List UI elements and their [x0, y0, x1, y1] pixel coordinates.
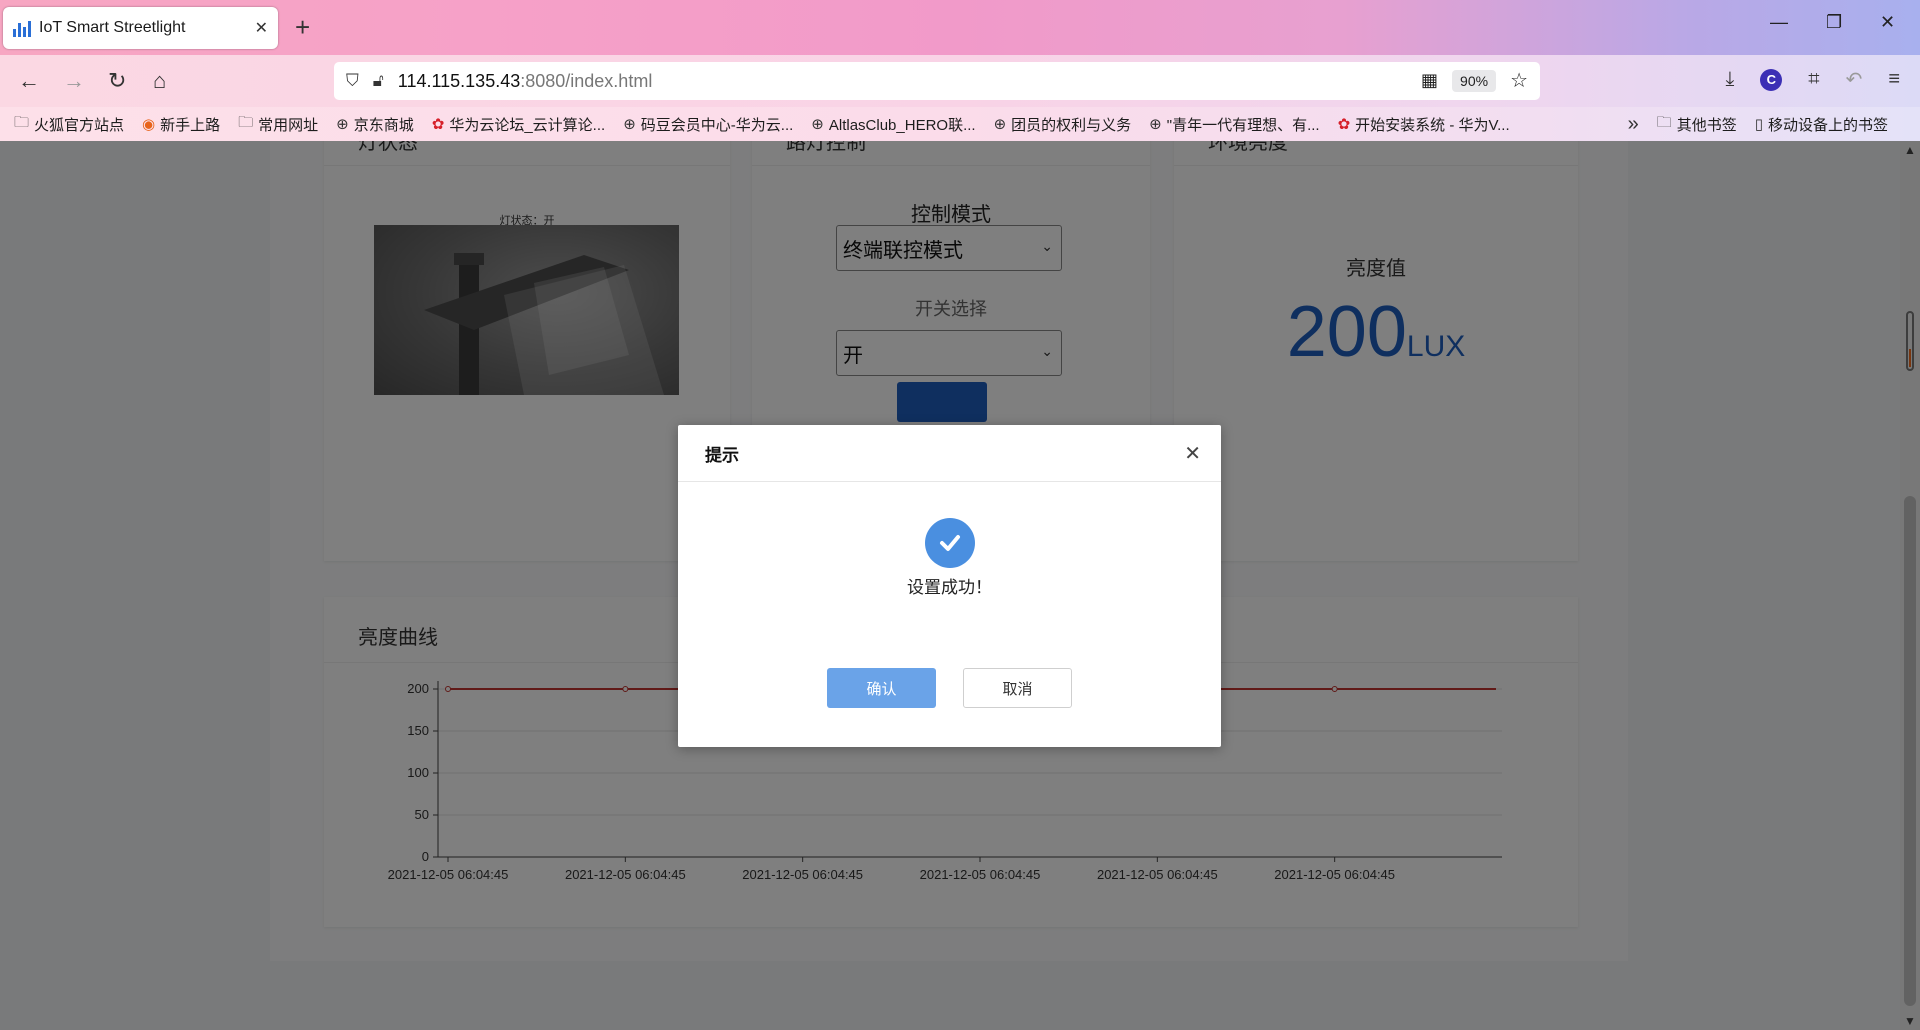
bookmark-label: 火狐官方站点 [34, 116, 125, 134]
check-circle-icon [925, 518, 975, 568]
forward-icon[interactable]: → [63, 68, 85, 94]
cancel-button[interactable]: 取消 [963, 668, 1072, 708]
bookmark-item[interactable]: ▯ 移动设备上的书签 [1755, 114, 1888, 135]
tab-title: IoT Smart Streetlight [39, 19, 186, 36]
screenshot-crop-icon[interactable]: ⌗ [1808, 68, 1819, 91]
reload-icon[interactable]: ↻ [108, 68, 126, 94]
url-path: :8080/index.html [520, 70, 653, 91]
bookmark-label: 常用网址 [258, 116, 319, 134]
qr-code-icon[interactable]: ▦ [1421, 70, 1438, 91]
huawei-icon: ✿ [431, 116, 445, 133]
confirm-button[interactable]: 确认 [827, 668, 936, 708]
bookmarks-bar: 🗀 火狐官方站点 ◉ 新手上路 🗀 常用网址 ⊕ 京东商城 ✿ 华为云论坛_云计算论... ⊕ 码豆会… [0, 107, 1920, 141]
globe-icon: ⊕ [336, 116, 349, 133]
bookmark-label: 华为云论坛_云计算论... [449, 116, 606, 134]
bookmark-item[interactable]: ⊕ AltlasClub_HERO联... [811, 114, 975, 135]
globe-icon: ⊕ [811, 116, 824, 133]
bookmark-item[interactable]: ⊕ 京东商城 [336, 114, 414, 135]
home-icon[interactable]: ⌂ [153, 68, 166, 94]
address-bar[interactable]: ⛉ 🔓︎ 114.115.135.43:8080/index.html ▦ 90… [334, 62, 1540, 100]
menu-icon[interactable]: ≡ [1888, 68, 1900, 91]
bookmark-label: "青年一代有理想、有... [1166, 116, 1320, 134]
account-avatar[interactable]: C [1760, 68, 1783, 91]
bookmark-item[interactable]: ⊕ 团员的权利与义务 [994, 114, 1132, 135]
bookmark-item[interactable]: ◉ 新手上路 [142, 114, 220, 135]
firefox-icon: ◉ [142, 116, 156, 133]
dialog-close-icon[interactable]: ✕ [1184, 441, 1201, 466]
undo-icon[interactable]: ↶ [1846, 67, 1863, 92]
bookmark-label: 京东商城 [353, 116, 414, 134]
minimize-icon[interactable]: — [1770, 12, 1788, 33]
folder-icon: 🗀 [14, 113, 30, 131]
restore-icon[interactable]: ❐ [1826, 12, 1842, 33]
chart-favicon-icon [13, 19, 31, 37]
new-tab-icon[interactable]: + [295, 12, 310, 43]
tab-bar: IoT Smart Streetlight ✕ + — ❐ ✕ [0, 0, 1920, 55]
folder-icon: 🗀 [238, 113, 254, 131]
window-close-icon[interactable]: ✕ [1880, 12, 1895, 33]
huawei-icon: ✿ [1337, 116, 1351, 133]
bookmark-item[interactable]: ⊕ 码豆会员中心-华为云... [623, 114, 793, 135]
tab-close-icon[interactable]: ✕ [255, 18, 268, 38]
nav-bar: ← → ↻ ⌂ ⛉ 🔓︎ 114.115.135.43:8080/index.h… [0, 55, 1920, 107]
url-host: 114.115.135.43 [397, 70, 521, 91]
globe-icon: ⊕ [623, 116, 636, 133]
insecure-lock-icon[interactable]: 🔓︎ [373, 71, 384, 91]
bookmark-item[interactable]: 🗀 火狐官方站点 [14, 112, 124, 137]
bookmark-label: 新手上路 [160, 116, 221, 134]
dialog-message: 设置成功！ [907, 578, 992, 597]
globe-icon: ⊕ [1149, 116, 1162, 133]
bookmark-label: 团员的权利与义务 [1011, 116, 1132, 134]
browser-tab[interactable]: IoT Smart Streetlight ✕ [3, 7, 278, 49]
dialog-title: 提示 [678, 425, 1221, 482]
bookmark-label: 移动设备上的书签 [1767, 116, 1888, 134]
bookmark-item[interactable]: 🗀 其他书签 [1657, 112, 1737, 137]
bookmark-star-icon[interactable]: ☆ [1510, 68, 1528, 93]
bookmark-label: 其他书签 [1676, 116, 1737, 134]
shield-icon[interactable]: ⛉ [346, 71, 359, 91]
bookmark-item[interactable]: 🗀 常用网址 [238, 112, 318, 137]
zoom-level[interactable]: 90% [1452, 69, 1497, 92]
bookmark-item[interactable]: ✿ 华为云论坛_云计算论... [432, 114, 605, 135]
bookmark-label: AltlasClub_HERO联... [828, 116, 976, 134]
more-bookmarks-icon[interactable]: » [1628, 113, 1639, 136]
bookmark-item[interactable]: ⊕ "青年一代有理想、有... [1149, 114, 1319, 135]
bookmark-label: 开始安装系统 - 华为V... [1355, 116, 1510, 134]
bookmark-item[interactable]: ✿ 开始安装系统 - 华为V... [1338, 114, 1510, 135]
download-icon[interactable]: ⤓ [1725, 68, 1734, 91]
folder-icon: 🗀 [1656, 113, 1672, 131]
back-icon[interactable]: ← [18, 68, 40, 94]
mobile-icon: ▯ [1754, 116, 1763, 133]
success-dialog: 提示 ✕ 设置成功！ 确认 取消 [678, 425, 1221, 747]
globe-icon: ⊕ [993, 116, 1007, 133]
bookmark-label: 码豆会员中心-华为云... [640, 116, 794, 134]
